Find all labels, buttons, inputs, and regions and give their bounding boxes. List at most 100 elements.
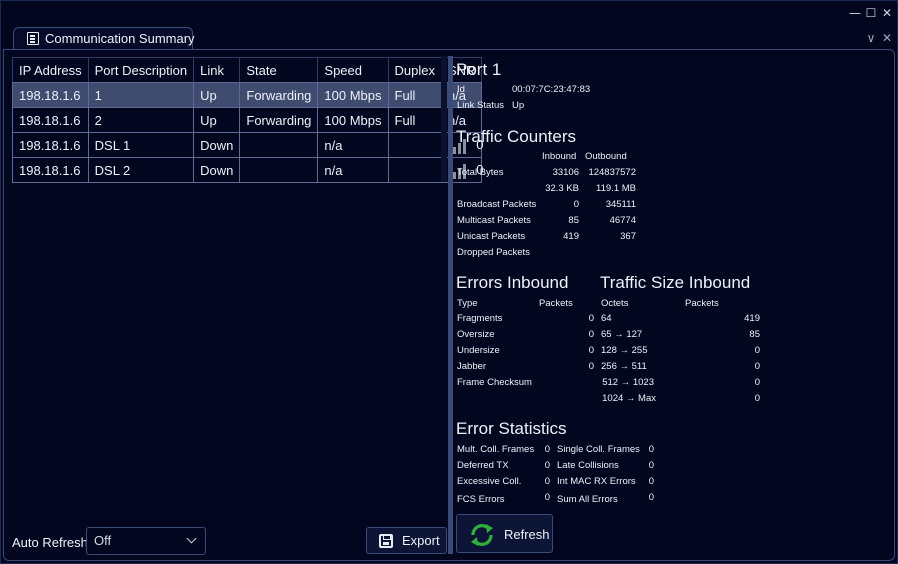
stat-value: 0 bbox=[544, 460, 550, 471]
error-statistics-title: Error Statistics bbox=[456, 419, 567, 438]
cell-link: Up bbox=[193, 107, 241, 133]
octet-packets: 0 bbox=[754, 361, 760, 372]
octet-range: 256 → 511 bbox=[601, 361, 647, 372]
tab-content: IP Address Port Description Link State S… bbox=[3, 49, 895, 561]
minimize-button[interactable]: — bbox=[847, 5, 863, 21]
col-header-link[interactable]: Link bbox=[193, 57, 241, 83]
error-label: Oversize bbox=[457, 329, 495, 340]
cell-link: Down bbox=[193, 132, 241, 158]
stat-value: 0 bbox=[648, 492, 654, 503]
refresh-button[interactable]: Refresh bbox=[456, 514, 553, 553]
table-scrollbar[interactable] bbox=[441, 56, 447, 182]
error-label: Fragments bbox=[457, 313, 503, 324]
list-icon bbox=[27, 32, 39, 45]
unicast-out: 367 bbox=[620, 231, 636, 242]
col-header-port-description[interactable]: Port Description bbox=[87, 57, 195, 83]
cell-state bbox=[239, 132, 319, 158]
panel-splitter[interactable] bbox=[448, 56, 453, 554]
tab-communication-summary[interactable]: Communication Summary bbox=[13, 27, 195, 49]
cell-desc: DSL 1 bbox=[87, 132, 195, 158]
octet-packets: 0 bbox=[754, 345, 760, 356]
stat-label: Excessive Coll. bbox=[457, 476, 522, 487]
cell-link: Down bbox=[193, 157, 241, 183]
table-row[interactable]: 198.18.1.6 DSL 2 Down n/a 0 bbox=[12, 157, 483, 183]
stat-value: 0 bbox=[648, 444, 654, 455]
stat-label: FCS Errors bbox=[457, 494, 505, 505]
col-header-duplex[interactable]: Duplex bbox=[387, 57, 442, 83]
save-icon bbox=[379, 534, 393, 548]
cell-duplex: Full bbox=[387, 82, 442, 108]
errors-type-header: Type bbox=[457, 298, 478, 309]
export-button[interactable]: Export bbox=[366, 527, 447, 554]
table-row[interactable]: 198.18.1.6 2 Up Forwarding 100 Mbps Full… bbox=[12, 107, 483, 133]
tab-close-button[interactable]: ✕ bbox=[879, 30, 895, 46]
unicast-label: Unicast Packets bbox=[457, 231, 526, 242]
link-status-label: Link Status bbox=[457, 100, 504, 111]
col-header-state[interactable]: State bbox=[239, 57, 319, 83]
traffic-counters-title: Traffic Counters bbox=[456, 127, 576, 146]
cell-ip: 198.18.1.6 bbox=[12, 157, 89, 183]
cell-speed: n/a bbox=[317, 157, 389, 183]
col-header-speed[interactable]: Speed bbox=[317, 57, 389, 83]
tab-collapse-button[interactable]: ∨ bbox=[863, 30, 879, 46]
octet-range: 65 → 127 bbox=[601, 329, 643, 340]
auto-refresh-value: Off bbox=[94, 533, 112, 548]
link-status-value: Up bbox=[512, 100, 525, 111]
close-window-button[interactable]: ✕ bbox=[879, 5, 895, 21]
error-label: Jabber bbox=[457, 361, 487, 372]
maximize-button[interactable]: ☐ bbox=[863, 5, 879, 21]
col-header-ip[interactable]: IP Address bbox=[12, 57, 89, 83]
ports-table: IP Address Port Description Link State S… bbox=[12, 57, 483, 183]
cell-state: Forwarding bbox=[239, 82, 319, 108]
auto-refresh-select[interactable]: Off bbox=[86, 527, 206, 555]
stat-label: Sum All Errors bbox=[557, 494, 618, 505]
broadcast-in: 0 bbox=[573, 199, 579, 210]
table-row[interactable]: 198.18.1.6 DSL 1 Down n/a 0 bbox=[12, 132, 483, 158]
octet-packets: 0 bbox=[754, 393, 760, 404]
octet-packets: 85 bbox=[749, 329, 760, 340]
port-title: Port 1 bbox=[456, 60, 502, 79]
error-value: 0 bbox=[588, 345, 594, 356]
broadcast-out: 345111 bbox=[605, 199, 636, 210]
total-bytes-in-human: 32.3 KB bbox=[545, 183, 579, 194]
cell-state bbox=[239, 157, 319, 183]
stat-value: 0 bbox=[544, 444, 550, 455]
octet-range: 1024 → Max bbox=[602, 393, 656, 404]
chevron-down-icon bbox=[186, 533, 197, 544]
octet-range: 512 → 1023 bbox=[602, 377, 654, 388]
total-bytes-in: 33106 bbox=[552, 167, 579, 178]
stat-label: Single Coll. Frames bbox=[557, 444, 640, 455]
cell-state: Forwarding bbox=[239, 107, 319, 133]
stat-value: 0 bbox=[544, 476, 550, 487]
octet-range: 64 bbox=[601, 313, 612, 324]
error-value: 0 bbox=[588, 329, 594, 340]
id-label: Id bbox=[457, 84, 465, 95]
errors-packets-header: Packets bbox=[539, 298, 573, 309]
cell-desc: DSL 2 bbox=[87, 157, 195, 183]
traffic-size-title: Traffic Size Inbound bbox=[600, 273, 751, 292]
total-bytes-out-human: 119.1 MB bbox=[596, 183, 636, 194]
cell-desc: 2 bbox=[87, 107, 195, 133]
total-bytes-out: 124837572 bbox=[588, 167, 636, 178]
cell-speed: 100 Mbps bbox=[317, 107, 389, 133]
stat-label: Mult. Coll. Frames bbox=[457, 444, 535, 455]
unicast-in: 419 bbox=[563, 231, 579, 242]
total-bytes-label: Total Bytes bbox=[457, 167, 504, 178]
cell-duplex bbox=[387, 132, 442, 158]
table-row[interactable]: 198.18.1.6 1 Up Forwarding 100 Mbps Full… bbox=[12, 82, 483, 108]
multicast-label: Multicast Packets bbox=[457, 215, 531, 226]
refresh-icon bbox=[471, 524, 493, 546]
multicast-out: 46774 bbox=[609, 215, 636, 226]
octet-packets: 0 bbox=[754, 377, 760, 388]
table-header-row: IP Address Port Description Link State S… bbox=[12, 57, 483, 83]
error-label: Undersize bbox=[457, 345, 500, 356]
octets-header: Octets bbox=[601, 298, 629, 309]
cell-desc: 1 bbox=[87, 82, 195, 108]
stat-label: Late Collisions bbox=[557, 460, 619, 471]
size-packets-header: Packets bbox=[685, 298, 719, 309]
stat-value: 0 bbox=[544, 492, 550, 503]
refresh-label: Refresh bbox=[504, 527, 550, 542]
auto-refresh-label: Auto Refresh bbox=[12, 535, 88, 550]
octet-packets: 419 bbox=[744, 313, 760, 324]
cell-ip: 198.18.1.6 bbox=[12, 107, 89, 133]
